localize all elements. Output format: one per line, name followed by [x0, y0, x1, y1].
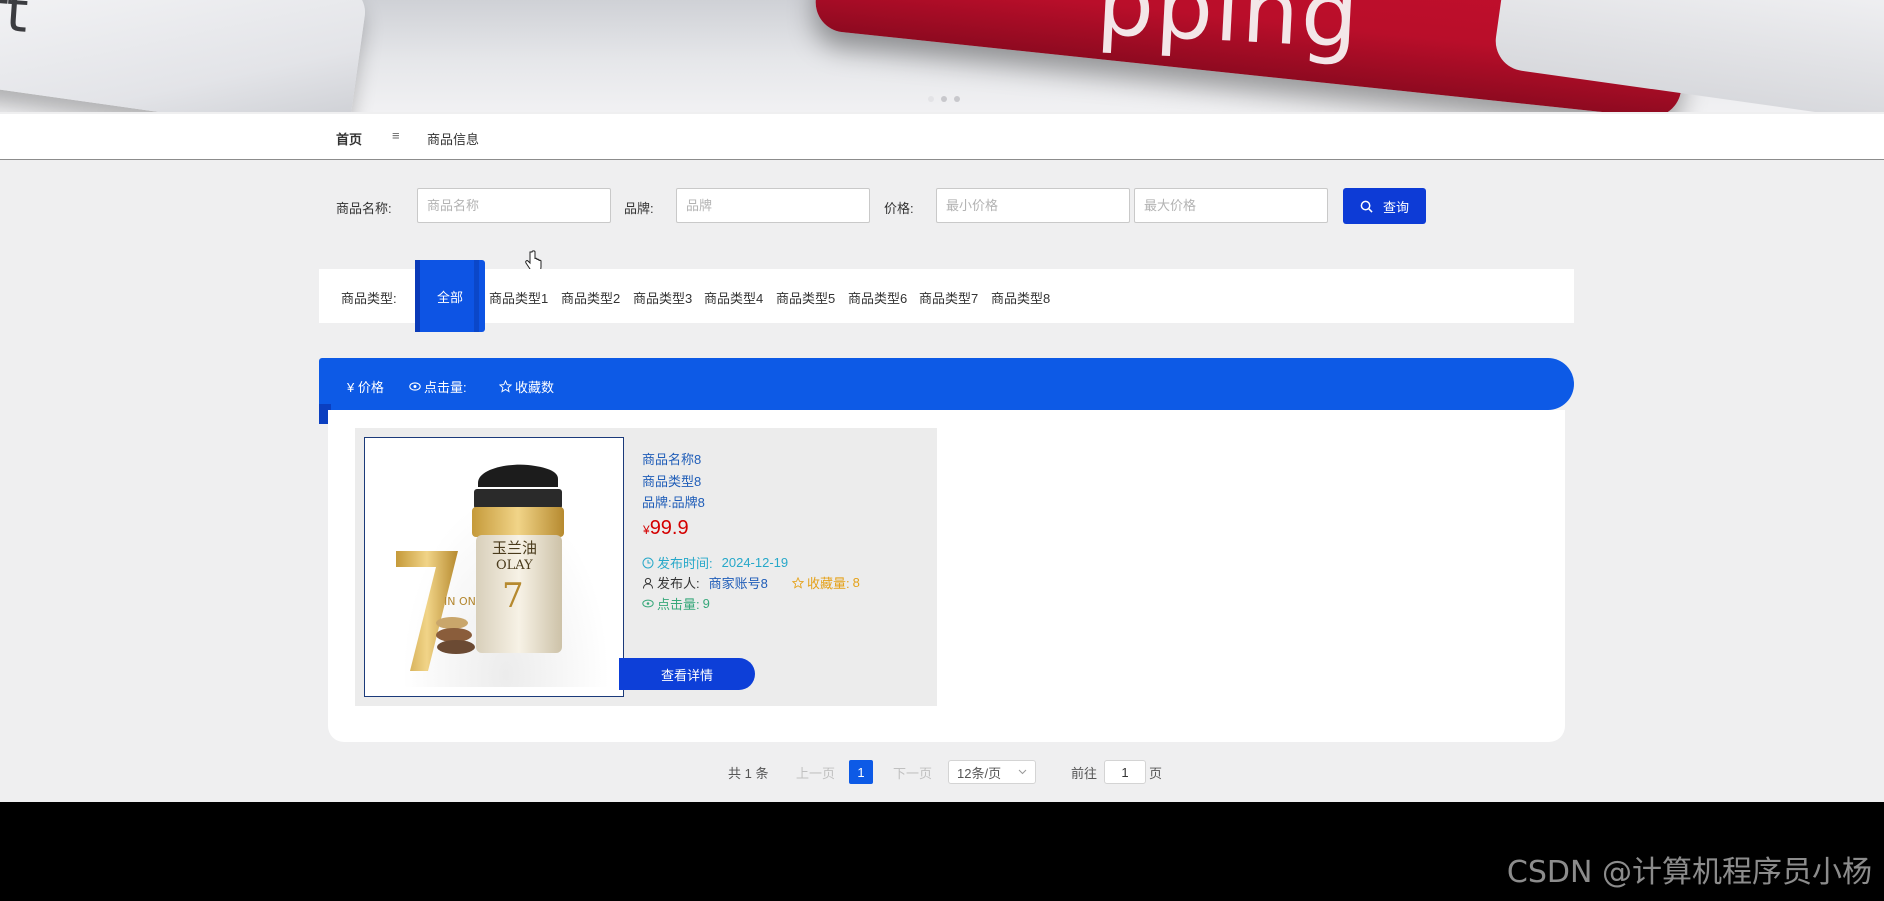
pagination-page-size-select[interactable]: 12条/页 [948, 760, 1036, 784]
type-filter-item[interactable]: 商品类型1 [489, 288, 548, 307]
product-image-canvas: IN ONE 玉兰油 OLAY 7 [374, 447, 614, 687]
type-filter-item[interactable]: 商品类型2 [561, 288, 620, 307]
product-clicks: 点击量: 9 [642, 594, 710, 613]
sort-bar: ¥ 价格 点击量: 收藏数 [319, 358, 1574, 424]
breadcrumb-home-link[interactable]: 首页 [336, 129, 362, 148]
view-details-label: 查看详情 [660, 667, 713, 683]
carousel-dot[interactable] [928, 96, 934, 102]
view-details-button[interactable]: 查看详情 [619, 658, 755, 690]
image-brand-cn-text: 玉兰油 [492, 539, 537, 557]
type-filter-item[interactable]: 商品类型5 [776, 288, 835, 307]
pagination-next-button[interactable]: 下一页 [893, 760, 932, 784]
eye-outline-icon [642, 599, 654, 608]
publisher-name: 商家账号8 [708, 576, 768, 591]
watermark: CSDN @计算机程序员小杨 [1506, 855, 1872, 890]
star-icon [499, 380, 512, 393]
image-big-seven-text: 7 [502, 576, 524, 616]
publisher-label: 发布人: [657, 576, 700, 591]
type-filter-all[interactable]: 全部 [415, 260, 485, 332]
sort-by-clicks-label: 点击量: [424, 380, 467, 395]
search-button-label: 查询 [1382, 199, 1409, 215]
pagination-page-unit: 页 [1149, 765, 1163, 781]
favorites-label: 收藏量: [807, 576, 850, 591]
pagination-page-1[interactable]: 1 [849, 760, 873, 784]
carousel-dot[interactable] [954, 96, 960, 102]
type-filter-bar: 商品类型: 全部 商品类型1 商品类型2 商品类型3 商品类型4 商品类型5 商… [319, 260, 1574, 332]
banner-key-left-text: ift [0, 0, 31, 46]
product-type: 商品类型8 [642, 474, 702, 489]
breadcrumb: 首页 ≡ 商品信息 [0, 114, 1884, 160]
hero-banner[interactable]: ift pping [0, 0, 1884, 112]
sort-by-favorites-label: 收藏数 [515, 380, 555, 395]
product-publisher: 发布人: 商家账号8 [642, 573, 768, 592]
carousel-indicators[interactable] [928, 96, 960, 102]
search-button[interactable]: 查询 [1343, 188, 1426, 224]
min-price-input[interactable] [936, 188, 1130, 223]
product-name[interactable]: 商品名称8 [642, 449, 701, 468]
sort-by-price[interactable]: ¥ 价格 [347, 377, 384, 396]
product-image[interactable]: IN ONE 玉兰油 OLAY 7 [364, 437, 624, 697]
favorites-count: 8 [852, 575, 860, 590]
breadcrumb-separator-icon: ≡ [392, 128, 400, 143]
carousel-dot[interactable] [941, 96, 947, 102]
publish-label: 发布时间: [657, 556, 713, 571]
breadcrumb-current: 商品信息 [427, 132, 480, 147]
type-filter-label: 商品类型: [341, 291, 397, 306]
olay-jar-illustration: IN ONE 玉兰油 OLAY 7 [396, 464, 564, 671]
page-size-value: 12条/页 [957, 765, 1002, 781]
pagination-goto-label: 前往 [1071, 765, 1098, 781]
chevron-down-icon [1018, 769, 1027, 775]
user-icon [643, 577, 653, 589]
banner-key-left: ift [0, 0, 369, 112]
price-label: 价格: [884, 201, 914, 216]
type-filter-all-label: 全部 [436, 289, 463, 305]
type-filter-item[interactable]: 商品类型3 [633, 288, 692, 307]
brand-label: 品牌: [624, 201, 654, 216]
type-filter-item[interactable]: 商品类型6 [848, 288, 907, 307]
type-filter-item[interactable]: 商品类型8 [991, 288, 1050, 307]
type-filter-item[interactable]: 商品类型7 [919, 288, 978, 307]
image-brand-en-text: OLAY [496, 558, 533, 573]
currency-symbol: ¥ [643, 523, 650, 537]
sort-by-clicks[interactable]: 点击量: [409, 377, 467, 396]
clicks-count: 9 [702, 596, 710, 611]
pagination-total: 共 1 条 [728, 765, 769, 781]
type-filter-item[interactable]: 商品类型4 [704, 288, 763, 307]
pagination-goto-input[interactable]: 1 [1104, 760, 1146, 784]
pagination-prev-button[interactable]: 上一页 [796, 760, 835, 784]
product-favorites: 收藏量: 8 [792, 573, 860, 592]
publish-date: 2024-12-19 [721, 555, 789, 570]
brand-search-input[interactable] [676, 188, 870, 223]
product-publish-time: 发布时间: 2024-12-19 [642, 553, 788, 572]
eye-icon [409, 382, 421, 391]
clicks-label: 点击量: [657, 597, 700, 612]
clock-icon [642, 557, 654, 568]
max-price-input[interactable] [1134, 188, 1328, 223]
product-price: ¥99.9 [643, 517, 689, 540]
product-brand: 品牌:品牌8 [642, 495, 705, 510]
product-price-value: 99.9 [649, 517, 689, 539]
name-search-input[interactable] [417, 188, 611, 223]
banner-key-right-text: pping [1094, 0, 1363, 70]
star-outline-icon [792, 576, 804, 589]
name-label: 商品名称: [336, 201, 392, 216]
search-icon [1360, 200, 1373, 213]
sort-by-favorites[interactable]: 收藏数 [499, 377, 554, 396]
